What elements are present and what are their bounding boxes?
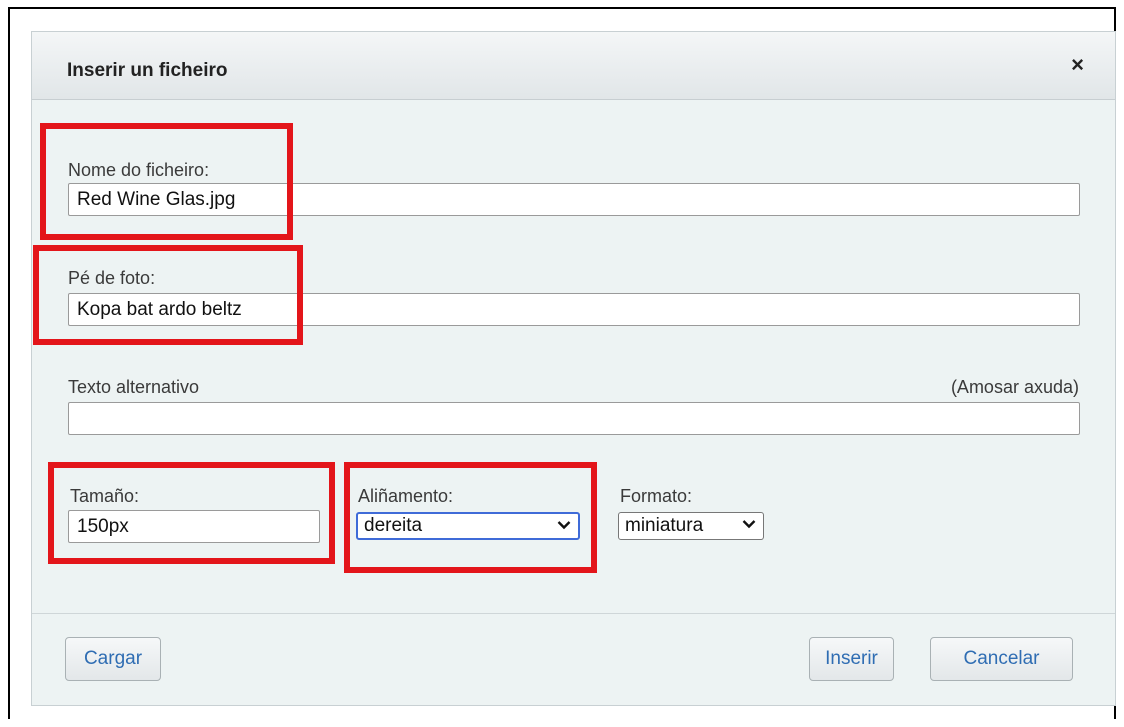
alignment-select[interactable]: dereita bbox=[356, 512, 580, 540]
insert-button[interactable]: Inserir bbox=[809, 637, 894, 681]
footer-divider bbox=[32, 613, 1115, 614]
cancel-button[interactable]: Cancelar bbox=[930, 637, 1073, 681]
chevron-down-icon bbox=[557, 521, 571, 530]
dialog-titlebar: Inserir un ficheiro × bbox=[32, 32, 1115, 100]
dialog-title: Inserir un ficheiro bbox=[67, 60, 228, 81]
format-selected-value: miniatura bbox=[625, 515, 704, 536]
caption-label: Pé de foto: bbox=[68, 268, 156, 288]
alt-text-input[interactable] bbox=[68, 402, 1080, 435]
show-help-link[interactable]: (Amosar axuda) bbox=[951, 377, 1079, 398]
size-input[interactable]: 150px bbox=[68, 510, 320, 543]
caption-input[interactable]: Kopa bat ardo beltz bbox=[68, 293, 1080, 326]
format-label: Formato: bbox=[620, 486, 693, 506]
alignment-selected-value: dereita bbox=[364, 515, 423, 536]
alignment-label: Aliñamento: bbox=[358, 486, 454, 506]
filename-input[interactable]: Red Wine Glas.jpg bbox=[68, 183, 1080, 216]
format-select[interactable]: miniatura bbox=[618, 512, 764, 540]
alt-text-label: Texto alternativo bbox=[68, 377, 200, 397]
size-label: Tamaño: bbox=[70, 486, 140, 506]
insert-file-dialog: Inserir un ficheiro × Nome do ficheiro: … bbox=[31, 31, 1116, 706]
close-icon[interactable]: × bbox=[1071, 54, 1084, 76]
filename-label: Nome do ficheiro: bbox=[68, 160, 210, 180]
upload-button[interactable]: Cargar bbox=[65, 637, 161, 681]
chevron-down-icon bbox=[742, 520, 756, 529]
